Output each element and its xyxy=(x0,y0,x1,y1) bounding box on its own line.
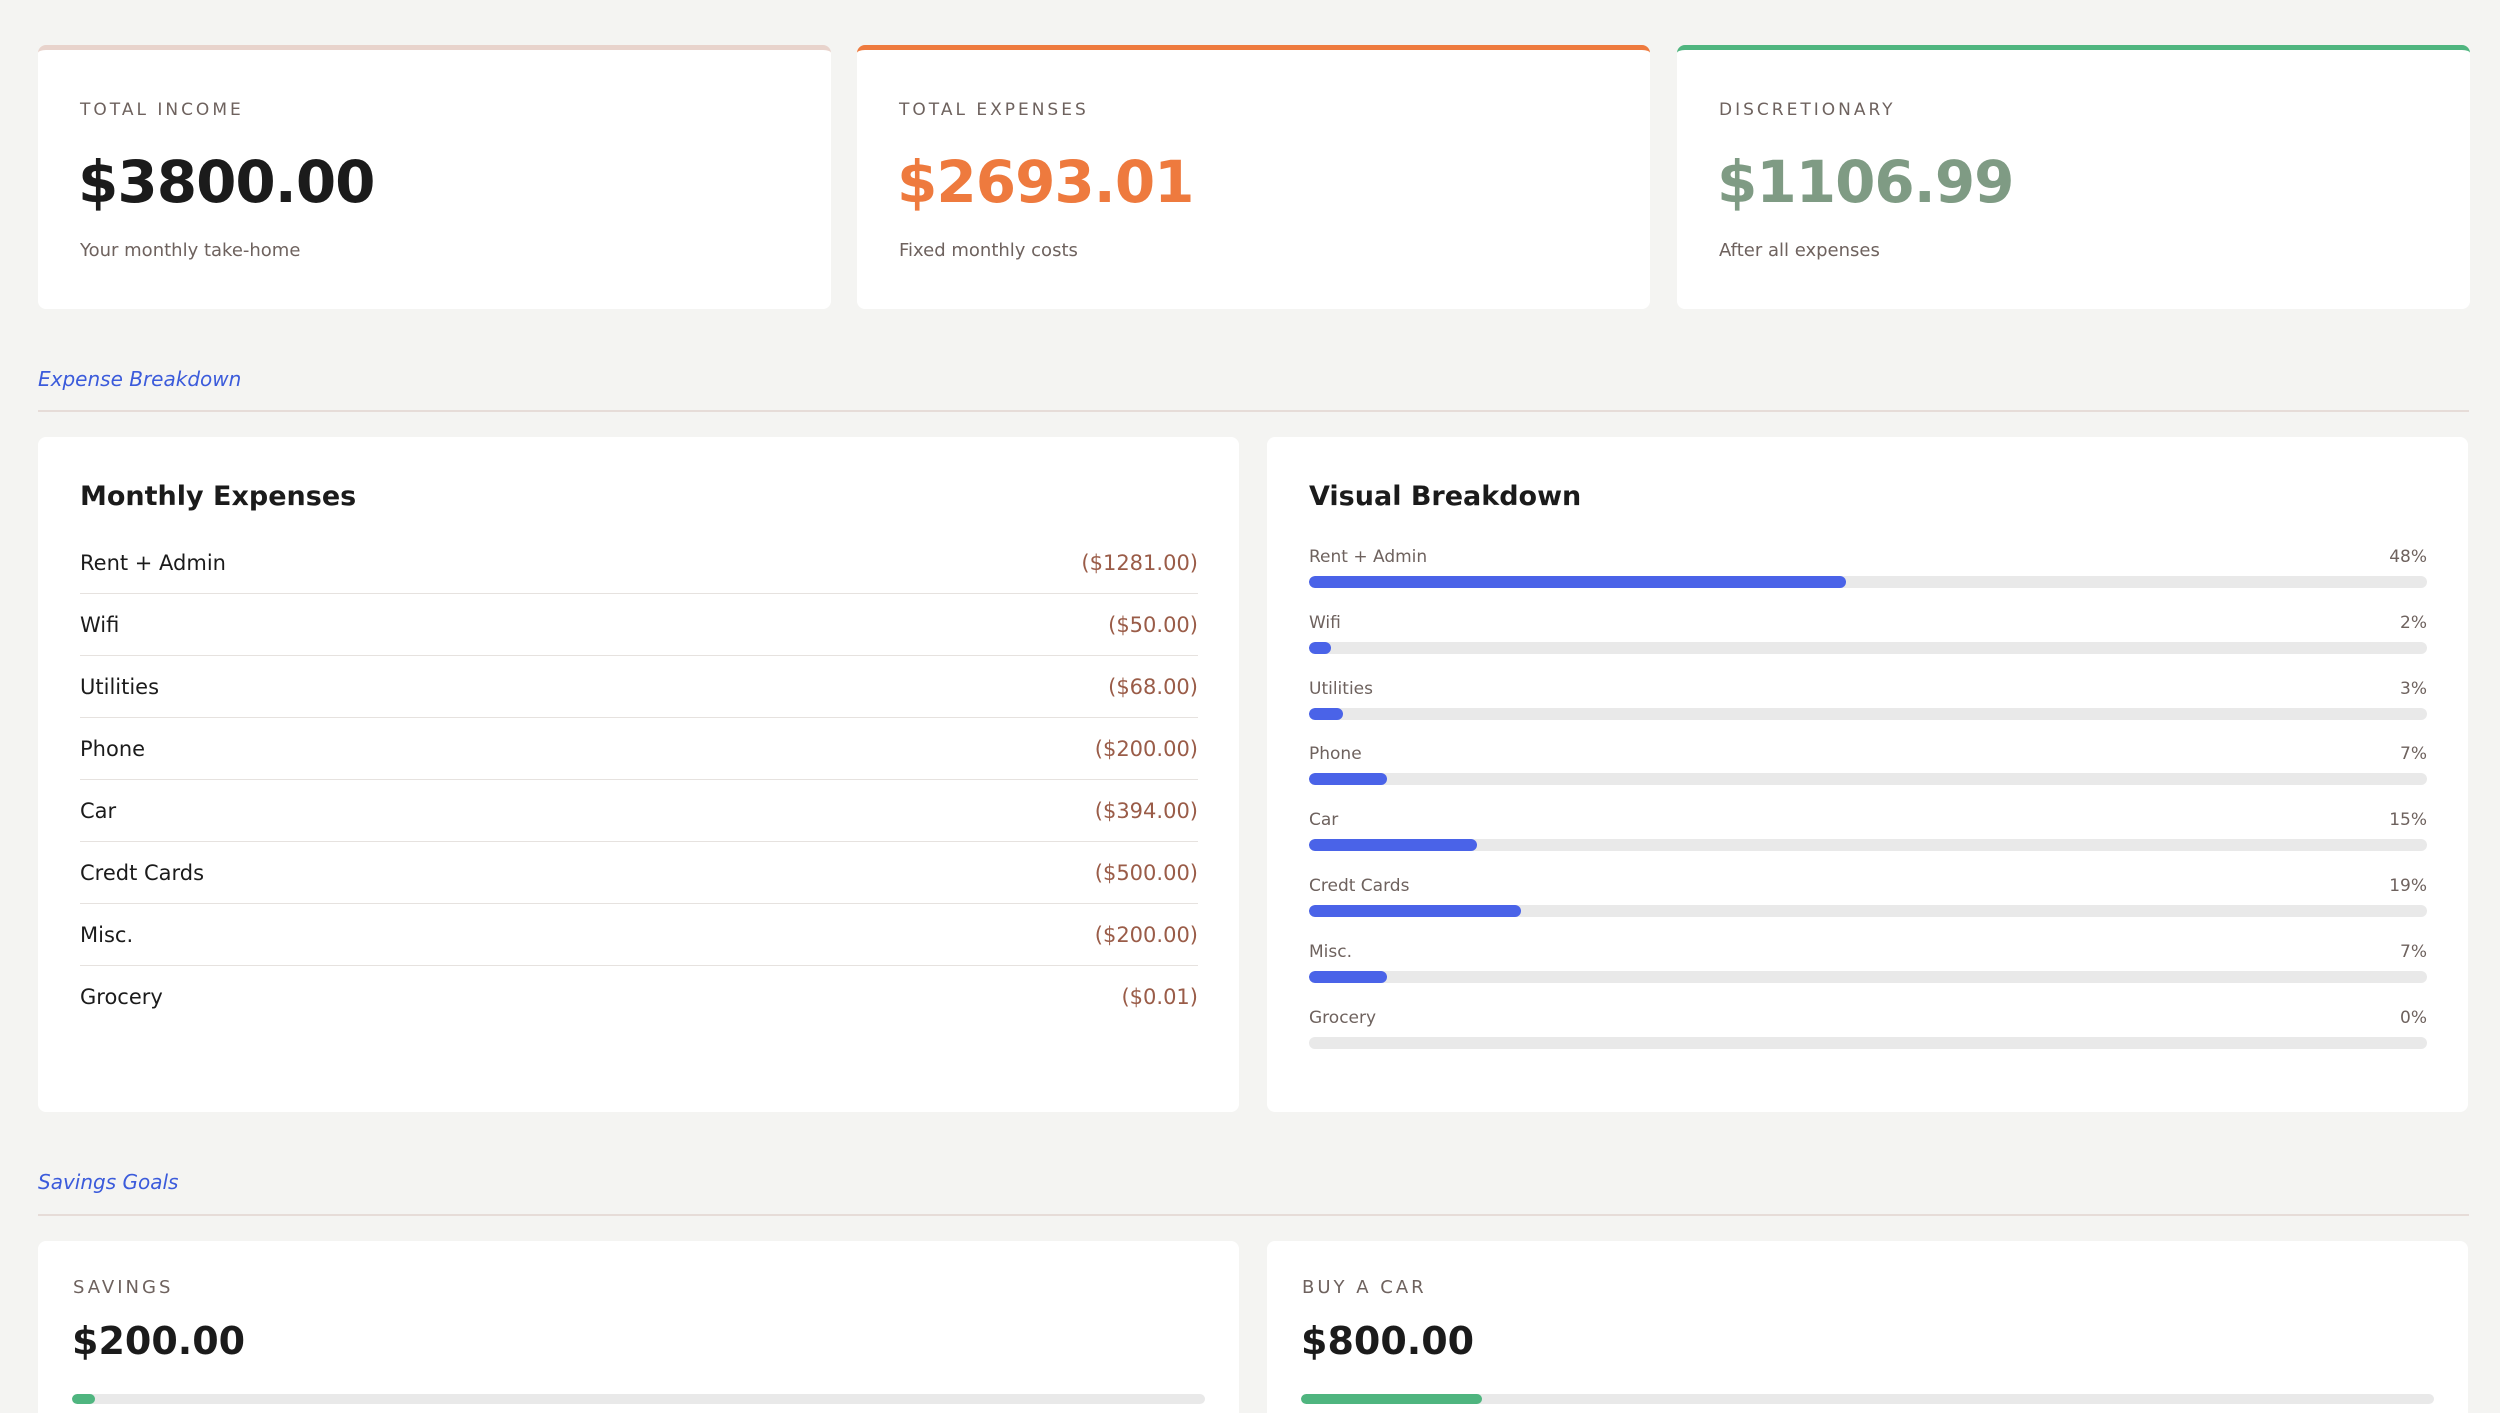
breakdown-bar-fill xyxy=(1309,773,1388,786)
expense-amount: ($200.00) xyxy=(1094,922,1198,947)
income-value: $3800.00 xyxy=(78,148,376,216)
expense-row: Rent + Admin ($1281.00) xyxy=(80,532,1198,594)
breakdown-bar-track xyxy=(1309,839,2427,852)
breakdown-bar-track xyxy=(1309,970,2427,983)
expense-row: Utilities ($68.00) xyxy=(80,656,1198,718)
breakdown-label: Misc. xyxy=(1309,941,1352,962)
breakdown-item: Rent + Admin 48% xyxy=(1309,547,2427,613)
expense-row: Phone ($200.00) xyxy=(80,718,1198,780)
expense-list: Rent + Admin ($1281.00) Wifi ($50.00) Utilit… xyxy=(80,532,1198,1028)
monthly-expenses-title: Monthly Expenses xyxy=(80,481,357,512)
section-divider xyxy=(38,410,2469,412)
breakdown-bar-track xyxy=(1309,1036,2427,1049)
breakdown-percent: 2% xyxy=(2400,612,2427,633)
breakdown-label: Phone xyxy=(1309,744,1362,765)
breakdown-item: Misc. 7% xyxy=(1309,942,2427,1008)
goal-progress-track xyxy=(72,1394,1205,1404)
goal-label: SAVINGS xyxy=(73,1277,174,1298)
expenses-card: TOTAL EXPENSES $2693.01 Fixed monthly co… xyxy=(857,45,1650,309)
breakdown-item: Credt Cards 19% xyxy=(1309,876,2427,942)
expense-amount: ($68.00) xyxy=(1108,674,1198,699)
breakdown-bar-fill xyxy=(1309,576,1846,588)
breakdown-percent: 48% xyxy=(2389,547,2427,567)
visual-breakdown-title: Visual Breakdown xyxy=(1309,481,1582,512)
breakdown-label: Grocery xyxy=(1309,1007,1377,1028)
expenses-subtitle: Fixed monthly costs xyxy=(899,240,1078,261)
goal-card-buy-a-car: BUY A CAR $800.00 xyxy=(1267,1241,2468,1413)
expenses-label: TOTAL EXPENSES xyxy=(899,100,1089,120)
expense-row: Misc. ($200.00) xyxy=(80,904,1198,966)
breakdown-label: Utilities xyxy=(1309,678,1373,699)
expense-amount: ($500.00) xyxy=(1094,860,1198,885)
expense-name: Utilities xyxy=(80,674,160,699)
expense-breakdown-heading: Expense Breakdown xyxy=(38,367,242,391)
expense-row: Grocery ($0.01) xyxy=(80,966,1198,1028)
breakdown-item: Utilities 3% xyxy=(1309,679,2427,745)
expense-name: Wifi xyxy=(80,612,120,637)
breakdown-item: Grocery 0% xyxy=(1309,1008,2427,1074)
expense-amount: ($50.00) xyxy=(1108,612,1198,637)
income-subtitle: Your monthly take-home xyxy=(80,240,301,261)
expense-name: Misc. xyxy=(80,922,134,947)
expense-amount: ($1281.00) xyxy=(1081,550,1198,575)
breakdown-percent: 7% xyxy=(2400,744,2427,765)
breakdown-bar-track xyxy=(1309,641,2427,654)
goal-progress-track xyxy=(1301,1394,2434,1404)
breakdown-bar-track xyxy=(1309,576,2427,588)
breakdown-bar-fill xyxy=(1309,904,1522,917)
breakdown-percent: 15% xyxy=(2389,810,2427,831)
expense-name: Credt Cards xyxy=(80,860,205,885)
expenses-value: $2693.01 xyxy=(897,148,1195,216)
expense-amount: ($0.01) xyxy=(1121,985,1198,1009)
expense-name: Rent + Admin xyxy=(80,550,226,575)
goal-amount: $800.00 xyxy=(1301,1319,1475,1363)
expense-name: Car xyxy=(80,798,117,823)
visual-breakdown-panel: Visual Breakdown Rent + Admin 48% Wifi 2% Ut… xyxy=(1267,437,2468,1112)
breakdown-label: Car xyxy=(1309,810,1339,831)
breakdown-percent: 3% xyxy=(2400,678,2427,699)
goal-amount: $200.00 xyxy=(72,1319,246,1363)
goal-progress-fill xyxy=(72,1394,95,1404)
income-card: TOTAL INCOME $3800.00 Your monthly take-… xyxy=(38,45,831,309)
expense-amount: ($200.00) xyxy=(1094,736,1198,761)
breakdown-bar-fill xyxy=(1309,970,1388,983)
expense-amount: ($394.00) xyxy=(1094,798,1198,823)
monthly-expenses-panel: Monthly Expenses Rent + Admin ($1281.00) W… xyxy=(38,437,1239,1112)
expense-name: Phone xyxy=(80,736,146,761)
breakdown-bar-fill xyxy=(1309,641,1332,654)
breakdown-bar-fill xyxy=(1309,839,1477,852)
breakdown-label: Credt Cards xyxy=(1309,875,1410,896)
discretionary-label: DISCRETIONARY xyxy=(1719,100,1896,120)
breakdown-percent: 19% xyxy=(2389,875,2427,896)
discretionary-value: $1106.99 xyxy=(1717,148,2015,216)
breakdown-item: Phone 7% xyxy=(1309,744,2427,810)
breakdown-label: Rent + Admin xyxy=(1309,547,1428,567)
breakdown-label: Wifi xyxy=(1309,612,1341,633)
savings-goals-heading: Savings Goals xyxy=(38,1170,179,1194)
breakdown-bar-fill xyxy=(1309,707,1343,720)
expense-name: Grocery xyxy=(80,985,163,1009)
goal-card-savings: SAVINGS $200.00 xyxy=(38,1241,1239,1413)
breakdown-item: Car 15% xyxy=(1309,810,2427,876)
breakdown-bar-list: Rent + Admin 48% Wifi 2% Utilities 3% Phone 7% C… xyxy=(1309,547,2427,1073)
expense-row: Wifi ($50.00) xyxy=(80,594,1198,656)
expense-row: Car ($394.00) xyxy=(80,780,1198,842)
section-divider xyxy=(38,1214,2469,1216)
breakdown-percent: 0% xyxy=(2400,1007,2427,1028)
breakdown-percent: 7% xyxy=(2400,941,2427,962)
discretionary-subtitle: After all expenses xyxy=(1719,240,1880,261)
discretionary-card: DISCRETIONARY $1106.99 After all expense… xyxy=(1677,45,2470,309)
goal-progress-fill xyxy=(1301,1394,1483,1404)
goal-label: BUY A CAR xyxy=(1302,1277,1427,1298)
breakdown-bar-track xyxy=(1309,773,2427,786)
breakdown-bar-track xyxy=(1309,904,2427,917)
income-label: TOTAL INCOME xyxy=(80,100,244,120)
breakdown-bar-track xyxy=(1309,707,2427,720)
expense-row: Credt Cards ($500.00) xyxy=(80,842,1198,904)
breakdown-item: Wifi 2% xyxy=(1309,613,2427,679)
